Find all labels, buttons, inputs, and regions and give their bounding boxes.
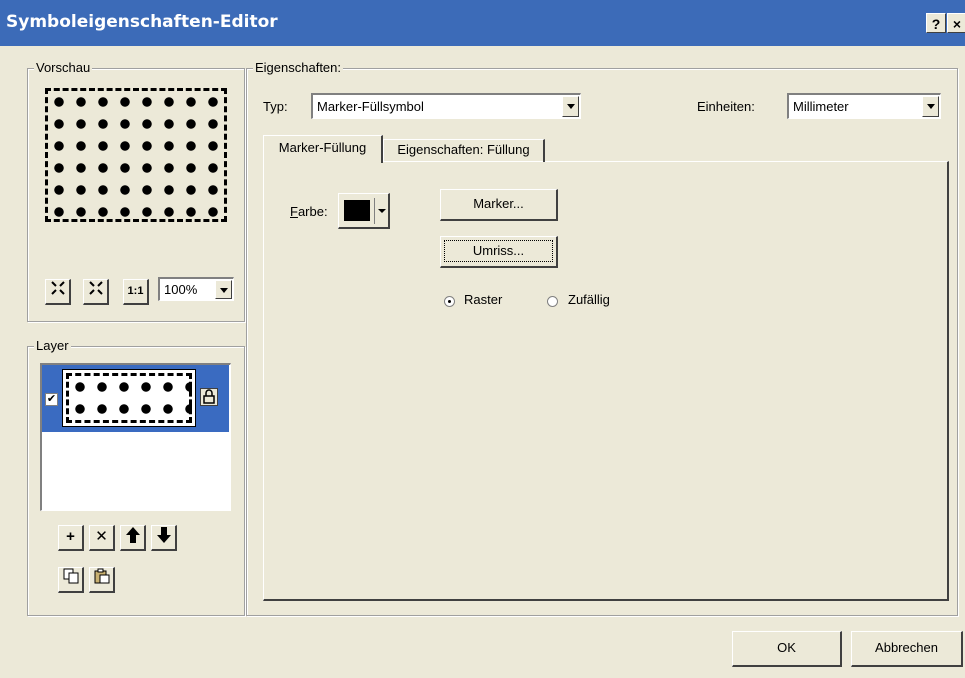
type-combo[interactable]: Marker-Füllsymbol bbox=[311, 93, 581, 119]
preview-swatch bbox=[45, 88, 227, 222]
layer-thumbnail bbox=[62, 369, 196, 427]
copy-icon bbox=[63, 568, 78, 584]
tab-panel: Farbe: Marker... Umriss... Raster Zufäll… bbox=[263, 161, 949, 601]
zoom-value: 100% bbox=[164, 282, 198, 297]
ok-button[interactable]: OK bbox=[732, 631, 842, 667]
preview-group: Vorschau 1:1 100% bbox=[27, 60, 245, 322]
help-button[interactable]: ? bbox=[926, 13, 946, 33]
arrow-down-icon bbox=[156, 527, 171, 543]
layer-visible-checkbox[interactable]: ✔ bbox=[45, 393, 58, 406]
close-button[interactable]: × bbox=[947, 13, 965, 33]
radio-dot bbox=[448, 300, 451, 303]
type-value: Marker-Füllsymbol bbox=[317, 99, 424, 114]
zoom-fit-icon[interactable] bbox=[83, 279, 109, 305]
properties-group: Eigenschaften: Typ: Marker-Füllsymbol Ei… bbox=[246, 60, 958, 616]
color-label-accel: F bbox=[290, 204, 298, 219]
layer-thumbnail-pattern bbox=[66, 373, 192, 423]
zoom-in-icon[interactable] bbox=[45, 279, 71, 305]
units-combo[interactable]: Millimeter bbox=[787, 93, 941, 119]
units-value: Millimeter bbox=[793, 99, 849, 114]
chevron-down-icon[interactable] bbox=[378, 209, 386, 213]
properties-group-label: Eigenschaften: bbox=[253, 60, 344, 75]
marker-button[interactable]: Marker... bbox=[440, 189, 558, 221]
add-layer-button[interactable]: + bbox=[58, 525, 84, 551]
color-picker-divider bbox=[374, 198, 375, 224]
copy-layer-button[interactable] bbox=[58, 567, 84, 593]
zoom-in-glyph bbox=[50, 281, 65, 295]
title-bar: Symboleigenschaften-Editor ? × bbox=[0, 0, 965, 46]
layer-row-selected[interactable]: ✔ bbox=[42, 365, 229, 432]
window-title: Symboleigenschaften-Editor bbox=[6, 12, 278, 32]
color-swatch bbox=[344, 200, 370, 221]
lock-glyph bbox=[203, 389, 215, 404]
move-down-button[interactable] bbox=[151, 525, 177, 551]
color-label: Farbe: bbox=[290, 204, 328, 219]
paste-layer-button[interactable] bbox=[89, 567, 115, 593]
preview-group-label: Vorschau bbox=[34, 60, 93, 75]
layer-group: Layer ✔ + ✕ bbox=[27, 338, 245, 616]
units-label: Einheiten: bbox=[697, 99, 755, 114]
actual-size-icon[interactable]: 1:1 bbox=[123, 279, 149, 305]
radio-grid-label[interactable]: Raster bbox=[464, 292, 502, 307]
cancel-button[interactable]: Abbrechen bbox=[851, 631, 963, 667]
zoom-combo[interactable]: 100% bbox=[158, 277, 234, 301]
tab-marker-fill[interactable]: Marker-Füllung bbox=[263, 135, 383, 163]
chevron-down-icon[interactable] bbox=[562, 96, 579, 117]
move-up-button[interactable] bbox=[120, 525, 146, 551]
remove-layer-button[interactable]: ✕ bbox=[89, 525, 115, 551]
chevron-down-icon[interactable] bbox=[215, 280, 232, 299]
outline-button-label: Umriss... bbox=[444, 240, 553, 262]
paste-icon bbox=[94, 568, 109, 584]
layer-group-label: Layer bbox=[34, 338, 71, 353]
color-picker[interactable] bbox=[338, 193, 390, 229]
zoom-fit-glyph bbox=[88, 281, 103, 295]
tab-fill-properties[interactable]: Eigenschaften: Füllung bbox=[383, 139, 545, 162]
color-label-rest: arbe: bbox=[297, 204, 328, 219]
radio-grid[interactable] bbox=[444, 296, 455, 307]
chevron-down-icon[interactable] bbox=[922, 96, 939, 117]
arrow-up-icon bbox=[125, 527, 140, 543]
outline-button[interactable]: Umriss... bbox=[440, 236, 558, 268]
radio-random[interactable] bbox=[547, 296, 558, 307]
radio-random-label[interactable]: Zufällig bbox=[568, 292, 610, 307]
lock-icon[interactable] bbox=[200, 388, 218, 406]
layer-list[interactable]: ✔ bbox=[40, 363, 231, 511]
type-label: Typ: bbox=[263, 99, 288, 114]
